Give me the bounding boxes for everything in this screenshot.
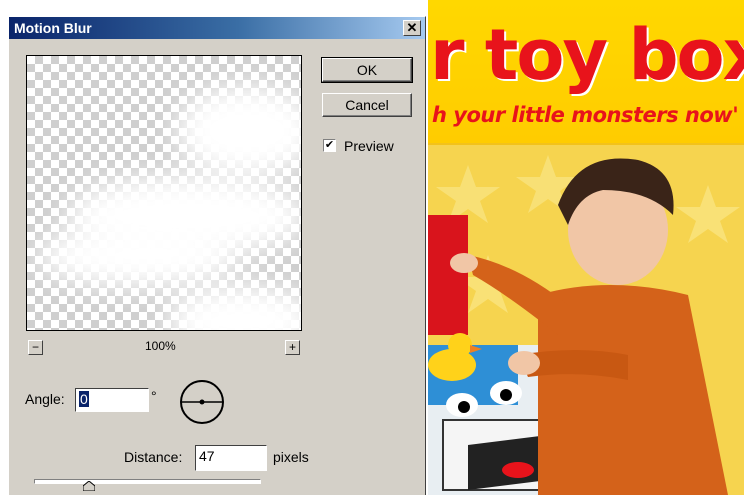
dialog-titlebar[interactable]: Motion Blur ✕ <box>9 17 425 39</box>
plus-icon: + <box>288 340 296 354</box>
preview-checkbox[interactable]: ✔ <box>323 139 336 152</box>
dialog-title: Motion Blur <box>14 20 92 36</box>
preview-label[interactable]: Preview <box>344 138 394 154</box>
close-button[interactable]: ✕ <box>403 20 421 36</box>
preview-blur-highlight <box>37 226 237 286</box>
distance-slider-thumb[interactable] <box>83 481 95 491</box>
distance-input[interactable]: 47 <box>195 445 267 471</box>
angle-value: 0 <box>79 391 89 407</box>
ok-button[interactable]: OK <box>321 57 413 83</box>
angle-label: Angle: <box>25 391 65 407</box>
close-icon: ✕ <box>406 20 418 35</box>
checkmark-icon: ✔ <box>324 139 335 151</box>
zoom-level: 100% <box>145 339 176 353</box>
ad-photo-illustration <box>428 155 740 495</box>
filter-preview[interactable] <box>26 55 302 331</box>
distance-label: Distance: <box>124 449 183 465</box>
ad-tagline: h your little monsters now' <box>432 103 739 127</box>
zoom-in-button[interactable]: + <box>285 340 300 355</box>
zoom-out-button[interactable]: − <box>28 340 43 355</box>
preview-blur-highlight <box>167 286 301 330</box>
cancel-button[interactable]: Cancel <box>322 93 412 117</box>
ad-headline: r toy box <box>430 14 744 96</box>
preview-blur-highlight <box>177 86 301 176</box>
ad-photo <box>428 145 744 495</box>
distance-slider-track[interactable] <box>34 479 261 484</box>
minus-icon: − <box>31 340 39 354</box>
distance-unit: pixels <box>273 449 309 465</box>
ad-banner: r toy box h your little monsters now' <box>428 0 744 143</box>
degree-symbol: ° <box>151 388 157 404</box>
background-ad-image: r toy box h your little monsters now' <box>428 0 744 495</box>
motion-blur-dialog: Motion Blur ✕ − 100% + OK Cancel ✔ Previ… <box>8 16 426 495</box>
angle-input[interactable]: 0 <box>75 388 149 412</box>
angle-dial[interactable] <box>179 379 225 425</box>
